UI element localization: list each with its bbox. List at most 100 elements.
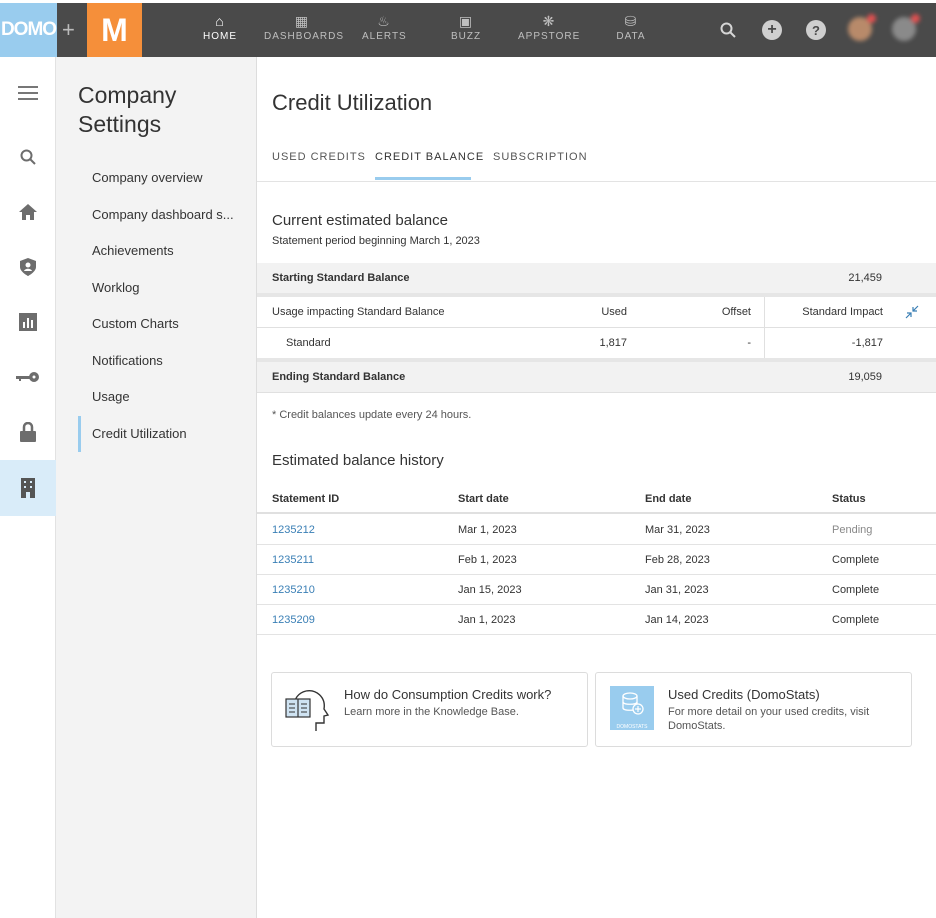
starting-balance-row: Starting Standard Balance 21,459 — [257, 263, 936, 293]
usage-row-used: 1,817 — [599, 337, 627, 349]
impact-column-header: Standard Impact — [802, 306, 883, 318]
usage-row-offset: - — [747, 337, 751, 349]
end-date: Mar 31, 2023 — [645, 524, 710, 536]
report-icon[interactable] — [0, 302, 56, 342]
knowledge-head-icon — [284, 685, 332, 733]
divider — [257, 392, 936, 393]
key-icon[interactable] — [0, 357, 56, 397]
search-icon[interactable] — [0, 137, 56, 177]
balance-section-title: Current estimated balance — [272, 212, 448, 229]
domostats-card[interactable]: DOMOSTATS Used Credits (DomoStats) For m… — [595, 672, 912, 747]
column-divider — [764, 297, 765, 358]
active-tab-underline — [375, 177, 471, 180]
database-icon: ⛁ — [624, 13, 638, 29]
statement-period: Statement period beginning March 1, 2023 — [272, 235, 480, 247]
usage-header-label: Usage impacting Standard Balance — [272, 306, 445, 318]
sidebar-item-worklog[interactable]: Worklog — [92, 280, 242, 295]
nav-alerts[interactable]: ♨ ALERTS — [362, 11, 406, 42]
nav-home-label: HOME — [203, 31, 237, 42]
menu-icon[interactable] — [0, 73, 56, 113]
sidebar-title: Company Settings — [78, 82, 177, 137]
tab-used-credits[interactable]: USED CREDITS — [272, 151, 366, 163]
main-content: Credit Utilization USED CREDITS CREDIT B… — [257, 57, 936, 918]
ending-balance-row: Ending Standard Balance 19,059 — [257, 362, 936, 392]
nav-dashboards-label: DASHBOARDS — [264, 31, 345, 42]
sidebar-item-custom-charts[interactable]: Custom Charts — [92, 316, 242, 331]
history-table-header: Statement ID Start date End date Status — [257, 484, 936, 514]
dashboards-icon: ▦ — [294, 13, 310, 29]
usage-row-impact: -1,817 — [851, 337, 883, 349]
add-icon[interactable]: + — [761, 19, 783, 41]
company-building-icon[interactable] — [0, 460, 56, 516]
sidebar-item-credit-utilization[interactable]: Credit Utilization — [92, 426, 242, 441]
column-header-end-date[interactable]: End date — [645, 484, 691, 514]
notifications-avatar[interactable] — [892, 14, 920, 41]
domostats-icon: DOMOSTATS — [610, 686, 654, 730]
end-date: Jan 14, 2023 — [645, 614, 709, 626]
nav-data-label: DATA — [616, 31, 646, 42]
tab-subscription[interactable]: SUBSCRIPTION — [493, 151, 588, 163]
used-column-header: Used — [601, 306, 627, 318]
collapse-icon[interactable] — [905, 305, 919, 319]
statement-id-link[interactable]: 1235211 — [272, 545, 314, 575]
table-row: 1235210 Jan 15, 2023 Jan 31, 2023 Comple… — [257, 575, 936, 605]
nav-home[interactable]: ⌂ HOME — [200, 11, 240, 42]
usage-row-label: Standard — [286, 337, 331, 349]
start-date: Mar 1, 2023 — [458, 524, 517, 536]
update-note: * Credit balances update every 24 hours. — [272, 409, 472, 421]
statement-id-link[interactable]: 1235210 — [272, 575, 315, 605]
status: Complete — [832, 614, 880, 626]
user-avatar[interactable] — [848, 14, 876, 41]
chat-icon: ▣ — [458, 13, 474, 29]
sidebar-item-company-dashboard[interactable]: Company dashboard s... — [92, 207, 242, 222]
column-header-statement-id[interactable]: Statement ID — [272, 484, 339, 514]
card-title: How do Consumption Credits work? — [344, 687, 552, 702]
sidebar-item-usage[interactable]: Usage — [92, 389, 242, 404]
domo-logo[interactable]: DOMO — [0, 3, 57, 57]
end-date: Feb 28, 2023 — [645, 554, 710, 566]
domostats-tile-label: DOMOSTATS — [616, 724, 648, 730]
tab-credit-balance[interactable]: CREDIT BALANCE — [375, 151, 484, 163]
sidebar-item-notifications[interactable]: Notifications — [92, 353, 242, 368]
status: Complete — [832, 554, 880, 566]
help-icon[interactable]: ? — [805, 19, 827, 41]
sidebar-item-achievements[interactable]: Achievements — [92, 243, 242, 258]
offset-column-header: Offset — [721, 306, 751, 318]
starting-balance-value: 21,459 — [848, 272, 882, 284]
end-date: Jan 31, 2023 — [645, 584, 709, 596]
instance-logo[interactable]: M — [87, 3, 142, 57]
statement-id-link[interactable]: 1235212 — [272, 515, 315, 545]
ending-balance-label: Ending Standard Balance — [272, 371, 406, 383]
nav-data[interactable]: ⛁ DATA — [614, 11, 648, 42]
table-row: 1235212 Mar 1, 2023 Mar 31, 2023 Pending — [257, 515, 936, 545]
top-navbar: DOMO + M ⌂ HOME ▦ DASHBOARDS ♨ ALERTS ▣ … — [0, 0, 936, 57]
column-header-status[interactable]: Status — [832, 484, 866, 514]
history-section-title: Estimated balance history — [272, 452, 444, 469]
starting-balance-label: Starting Standard Balance — [272, 272, 410, 284]
knowledge-base-card[interactable]: How do Consumption Credits work? Learn m… — [271, 672, 588, 747]
status: Pending — [832, 524, 873, 536]
lock-icon[interactable] — [0, 412, 56, 452]
nav-dashboards[interactable]: ▦ DASHBOARDS — [264, 11, 343, 42]
column-header-start-date[interactable]: Start date — [458, 484, 509, 514]
start-date: Jan 1, 2023 — [458, 614, 516, 626]
start-date: Feb 1, 2023 — [458, 554, 517, 566]
nav-alerts-label: ALERTS — [362, 31, 407, 42]
ending-balance-value: 19,059 — [848, 371, 882, 383]
nav-buzz[interactable]: ▣ BUZZ — [448, 11, 484, 42]
settings-sidebar: Company Settings Company overview Compan… — [56, 57, 257, 918]
icon-rail — [0, 57, 56, 918]
search-icon[interactable] — [717, 19, 739, 41]
tabs-divider — [257, 181, 936, 182]
nav-appstore-label: APPSTORE — [518, 31, 581, 42]
bell-icon: ♨ — [377, 13, 391, 29]
card-title: Used Credits (DomoStats) — [668, 687, 820, 702]
statement-id-link[interactable]: 1235209 — [272, 605, 315, 635]
card-description: Learn more in the Knowledge Base. — [344, 706, 519, 718]
shield-user-icon[interactable] — [0, 247, 56, 287]
status: Complete — [832, 584, 880, 596]
nav-appstore[interactable]: ❋ APPSTORE — [518, 11, 580, 42]
sidebar-item-company-overview[interactable]: Company overview — [92, 170, 242, 185]
home-icon[interactable] — [0, 192, 56, 232]
active-indicator — [78, 416, 81, 452]
